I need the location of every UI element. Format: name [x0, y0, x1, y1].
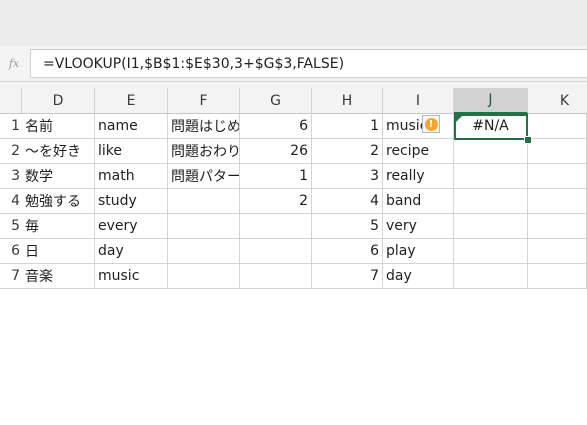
- cell-e6[interactable]: day: [95, 239, 168, 264]
- cell-j4[interactable]: [454, 189, 528, 214]
- column-header-j[interactable]: J: [454, 88, 528, 114]
- cell-h3[interactable]: 3: [312, 164, 383, 189]
- cell-d2[interactable]: 〜を好き: [22, 139, 95, 164]
- cell-h1[interactable]: 1: [312, 114, 383, 139]
- cell-e4[interactable]: study: [95, 189, 168, 214]
- cell-g1[interactable]: 6: [240, 114, 312, 139]
- column-header-h[interactable]: H: [312, 88, 383, 114]
- column-header-i[interactable]: I: [383, 88, 454, 114]
- cell-h2[interactable]: 2: [312, 139, 383, 164]
- cell-g5[interactable]: [240, 214, 312, 239]
- row-header-6[interactable]: 6: [0, 239, 22, 264]
- cell-i4[interactable]: band: [383, 189, 454, 214]
- warning-icon[interactable]: !: [422, 115, 440, 133]
- cell-j7[interactable]: [454, 264, 528, 289]
- cell-j6[interactable]: [454, 239, 528, 264]
- cell-h5[interactable]: 5: [312, 214, 383, 239]
- column-header-g[interactable]: G: [240, 88, 312, 114]
- cell-e1[interactable]: name: [95, 114, 168, 139]
- cell-e5[interactable]: every: [95, 214, 168, 239]
- cell-k1[interactable]: [528, 114, 587, 139]
- cell-j2[interactable]: [454, 139, 528, 164]
- cell-g6[interactable]: [240, 239, 312, 264]
- cell-f1[interactable]: 問題はじめ: [168, 114, 240, 139]
- cell-d1[interactable]: 名前: [22, 114, 95, 139]
- cell-i3[interactable]: really: [383, 164, 454, 189]
- column-header-k[interactable]: K: [528, 88, 587, 114]
- cell-f6[interactable]: [168, 239, 240, 264]
- cell-j5[interactable]: [454, 214, 528, 239]
- fill-handle[interactable]: [524, 136, 532, 144]
- error-indicator-triangle: [456, 116, 462, 122]
- column-header-d[interactable]: D: [22, 88, 95, 114]
- cell-i6[interactable]: play: [383, 239, 454, 264]
- row-header-3[interactable]: 3: [0, 164, 22, 189]
- cell-f7[interactable]: [168, 264, 240, 289]
- cell-k2[interactable]: [528, 139, 587, 164]
- cell-i1[interactable]: music: [383, 114, 454, 139]
- cell-d3[interactable]: 数学: [22, 164, 95, 189]
- cell-g7[interactable]: [240, 264, 312, 289]
- row-header-2[interactable]: 2: [0, 139, 22, 164]
- exclamation-icon: !: [424, 117, 438, 131]
- cell-i5[interactable]: very: [383, 214, 454, 239]
- spreadsheet-grid: D E F G H I J K 1 名前 name 問題はじめ 6 1 musi…: [0, 0, 587, 425]
- cell-k3[interactable]: [528, 164, 587, 189]
- cell-h7[interactable]: 7: [312, 264, 383, 289]
- cell-d4[interactable]: 勉強する: [22, 189, 95, 214]
- cell-e7[interactable]: music: [95, 264, 168, 289]
- cell-i2[interactable]: recipe: [383, 139, 454, 164]
- cell-k4[interactable]: [528, 189, 587, 214]
- cell-g2[interactable]: 26: [240, 139, 312, 164]
- cell-i7[interactable]: day: [383, 264, 454, 289]
- cell-f5[interactable]: [168, 214, 240, 239]
- cell-e2[interactable]: like: [95, 139, 168, 164]
- cell-f2[interactable]: 問題おわり: [168, 139, 240, 164]
- row-header-1[interactable]: 1: [0, 114, 22, 139]
- cell-g4[interactable]: 2: [240, 189, 312, 214]
- cell-d6[interactable]: 日: [22, 239, 95, 264]
- row-header-7[interactable]: 7: [0, 264, 22, 289]
- cell-d7[interactable]: 音楽: [22, 264, 95, 289]
- cell-j3[interactable]: [454, 164, 528, 189]
- column-header-e[interactable]: E: [95, 88, 168, 114]
- row-header-4[interactable]: 4: [0, 189, 22, 214]
- cell-f4[interactable]: [168, 189, 240, 214]
- cell-j1[interactable]: #N/A: [454, 114, 528, 139]
- cell-k7[interactable]: [528, 264, 587, 289]
- cell-h6[interactable]: 6: [312, 239, 383, 264]
- cell-k6[interactable]: [528, 239, 587, 264]
- cell-d5[interactable]: 毎: [22, 214, 95, 239]
- cell-e3[interactable]: math: [95, 164, 168, 189]
- column-header-f[interactable]: F: [168, 88, 240, 114]
- cell-k5[interactable]: [528, 214, 587, 239]
- cell-h4[interactable]: 4: [312, 189, 383, 214]
- row-header-5[interactable]: 5: [0, 214, 22, 239]
- cell-g3[interactable]: 1: [240, 164, 312, 189]
- select-all-corner[interactable]: [0, 88, 22, 114]
- cell-f3[interactable]: 問題パター: [168, 164, 240, 189]
